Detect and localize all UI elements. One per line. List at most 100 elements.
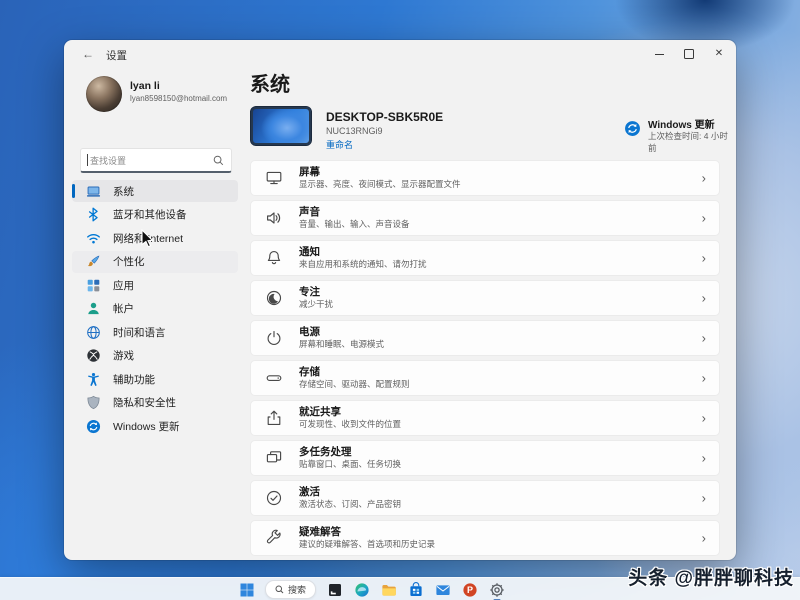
- search-input[interactable]: 查找设置: [80, 148, 232, 173]
- settings-card-nearby-sharing[interactable]: 就近共享可发现性、收到文件的位置›: [250, 400, 720, 436]
- taskbar-mail-button[interactable]: [434, 581, 451, 598]
- settings-card-sound[interactable]: 声音音量、输出、输入、声音设备 ›: [250, 200, 720, 236]
- watermark: 头条 @胖胖聊科技: [628, 563, 794, 590]
- card-text: 就近共享可发现性、收到文件的位置: [299, 406, 401, 430]
- card-text: 多任务处理贴靠窗口、桌面、任务切换: [299, 446, 401, 470]
- sidebar-item-windows-update[interactable]: Windows 更新: [72, 415, 238, 437]
- settings-card-notifications[interactable]: 通知来自应用和系统的通知、请勿打扰 ›: [250, 240, 720, 276]
- minimize-button[interactable]: [644, 40, 674, 68]
- taskbar-taskview-button[interactable]: [326, 581, 343, 598]
- multitasking-icon: [265, 449, 283, 467]
- sidebar-item-apps[interactable]: 应用: [72, 274, 238, 296]
- sidebar-nav: 系统蓝牙和其他设备网络和 Internet个性化应用帐户时间和语言游戏辅助功能隐…: [72, 180, 238, 439]
- sidebar-item-label: 游戏: [113, 348, 134, 363]
- card-text: 专注减少干扰: [299, 286, 333, 310]
- mouse-cursor: [141, 229, 157, 252]
- back-button[interactable]: ←: [76, 43, 100, 65]
- settings-window: ← 设置 ✕ lyan li lyan8598150@hotmail.com 查…: [64, 40, 736, 560]
- chevron-right-icon: ›: [702, 491, 706, 506]
- card-title: 声音: [299, 206, 410, 219]
- settings-card-power[interactable]: 电源屏幕和睡眠、电源模式 ›: [250, 320, 720, 356]
- nearby-sharing-icon: [265, 409, 283, 427]
- device-model: NUC13RNGi9: [326, 126, 383, 136]
- card-subtitle: 减少干扰: [299, 299, 333, 310]
- sidebar-item-label: 蓝牙和其他设备: [113, 207, 187, 222]
- sidebar-item-personalization[interactable]: 个性化: [72, 251, 238, 273]
- svg-text:P: P: [467, 585, 473, 595]
- sound-icon: [265, 209, 283, 227]
- maximize-icon: [684, 49, 694, 59]
- card-text: 疑难解答建议的疑难解答、首选项和历史记录: [299, 526, 435, 550]
- taskbar-powerpoint-button[interactable]: P: [461, 581, 478, 598]
- search-icon: [213, 155, 224, 166]
- update-title[interactable]: Windows 更新: [648, 116, 715, 131]
- system-icon: [86, 184, 101, 199]
- mail-icon: [435, 582, 451, 598]
- close-icon: ✕: [715, 49, 723, 59]
- card-text: 声音音量、输出、输入、声音设备: [299, 206, 410, 230]
- sidebar-item-accounts[interactable]: 帐户: [72, 298, 238, 320]
- sidebar-item-bluetooth-devices[interactable]: 蓝牙和其他设备: [72, 204, 238, 226]
- magnifier-icon: [275, 585, 284, 594]
- card-text: 存储存储空间、驱动器、配置规则: [299, 366, 410, 390]
- chevron-right-icon: ›: [702, 251, 706, 266]
- taskbar-settings-button[interactable]: [488, 581, 505, 598]
- settings-card-display[interactable]: 屏幕显示器、亮度、夜间模式、显示器配置文件›: [250, 160, 720, 196]
- card-subtitle: 贴靠窗口、桌面、任务切换: [299, 459, 401, 470]
- accounts-icon: [86, 301, 101, 316]
- card-title: 疑难解答: [299, 526, 435, 539]
- sidebar: lyan li lyan8598150@hotmail.com 查找设置 系统蓝…: [64, 68, 246, 560]
- taskbar-edge-button[interactable]: [353, 581, 370, 598]
- storage-icon: [265, 369, 283, 387]
- taskbar-icons: 搜索 P: [238, 578, 505, 600]
- card-subtitle: 激活状态、订阅、产品密钥: [299, 499, 401, 510]
- taskbar-store-button[interactable]: [407, 581, 424, 598]
- sidebar-item-label: 个性化: [113, 254, 145, 269]
- card-subtitle: 建议的疑难解答、首选项和历史记录: [299, 539, 435, 550]
- card-text: 电源屏幕和睡眠、电源模式: [299, 326, 384, 350]
- start-button[interactable]: [238, 581, 255, 598]
- sidebar-item-privacy-security[interactable]: 隐私和安全性: [72, 392, 238, 414]
- taskbar-search[interactable]: 搜索: [265, 580, 316, 599]
- notifications-icon: [265, 249, 283, 267]
- settings-card-troubleshoot[interactable]: 疑难解答建议的疑难解答、首选项和历史记录 ›: [250, 520, 720, 556]
- avatar[interactable]: [86, 76, 122, 112]
- settings-card-storage[interactable]: 存储存储空间、驱动器、配置规则›: [250, 360, 720, 396]
- user-name: lyan li: [130, 80, 160, 92]
- search-placeholder: 查找设置: [90, 154, 213, 167]
- maximize-button[interactable]: [674, 40, 704, 68]
- sidebar-item-label: 辅助功能: [113, 372, 155, 387]
- sidebar-item-time-language[interactable]: 时间和语言: [72, 321, 238, 343]
- card-subtitle: 存储空间、驱动器、配置规则: [299, 379, 410, 390]
- chevron-right-icon: ›: [702, 531, 706, 546]
- settings-cards: 屏幕显示器、亮度、夜间模式、显示器配置文件›声音音量、输出、输入、声音设备›通知…: [250, 160, 720, 560]
- card-title: 就近共享: [299, 406, 401, 419]
- display-icon: [265, 169, 283, 187]
- chevron-right-icon: ›: [702, 211, 706, 226]
- settings-card-multitasking[interactable]: 多任务处理贴靠窗口、桌面、任务切换›: [250, 440, 720, 476]
- rename-link[interactable]: 重命名: [326, 138, 353, 151]
- settings-card-focus[interactable]: 专注减少干扰›: [250, 280, 720, 316]
- card-text: 通知来自应用和系统的通知、请勿打扰: [299, 246, 427, 270]
- sidebar-item-label: 隐私和安全性: [113, 395, 176, 410]
- personalization-icon: [86, 254, 101, 269]
- sidebar-item-gaming[interactable]: 游戏: [72, 345, 238, 367]
- card-title: 多任务处理: [299, 446, 401, 459]
- settings-card-activation[interactable]: 激活激活状态、订阅、产品密钥›: [250, 480, 720, 516]
- card-title: 存储: [299, 366, 410, 379]
- settings-icon: [489, 582, 505, 598]
- troubleshoot-icon: [265, 529, 283, 547]
- close-button[interactable]: ✕: [704, 40, 734, 68]
- minimize-icon: [655, 54, 664, 55]
- window-controls: ✕: [644, 40, 734, 68]
- sidebar-item-accessibility[interactable]: 辅助功能: [72, 368, 238, 390]
- desktop: ← 设置 ✕ lyan li lyan8598150@hotmail.com 查…: [0, 0, 800, 600]
- explorer-icon: [381, 582, 397, 598]
- taskbar-explorer-button[interactable]: [380, 581, 397, 598]
- sidebar-item-system[interactable]: 系统: [72, 180, 238, 202]
- chevron-right-icon: ›: [702, 331, 706, 346]
- titlebar[interactable]: ← 设置 ✕: [64, 40, 736, 68]
- sidebar-item-label: 应用: [113, 278, 134, 293]
- focus-icon: [265, 289, 283, 307]
- windows-update-icon: [624, 120, 641, 137]
